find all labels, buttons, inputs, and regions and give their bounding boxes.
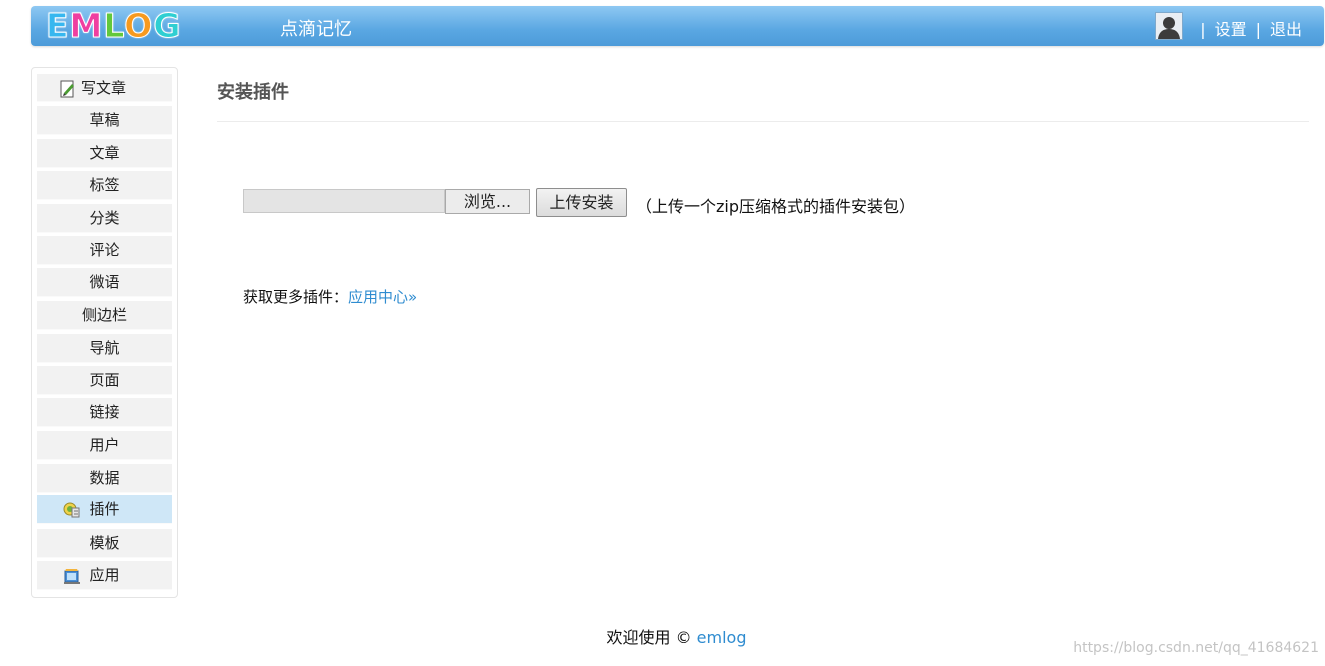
sidebar-item-categories[interactable]: 分类 <box>37 204 172 233</box>
sidebar-item-label: 写文章 <box>81 79 127 97</box>
sidebar-item-microposts[interactable]: 微语 <box>37 268 172 297</box>
app-center-link[interactable]: 应用中心» <box>348 288 417 306</box>
header-separator: | <box>1200 20 1206 39</box>
sidebar-item-label: 应用 <box>89 566 120 584</box>
site-name[interactable]: 点滴记忆 <box>280 15 352 41</box>
sidebar-item-label: 微语 <box>89 273 120 291</box>
sidebar-item-articles[interactable]: 文章 <box>37 139 172 168</box>
sidebar-item-label: 标签 <box>89 176 120 194</box>
settings-link[interactable]: 设置 <box>1215 20 1247 39</box>
plugin-icon <box>63 500 81 518</box>
logo-letter-e: E <box>46 6 70 45</box>
logout-link[interactable]: 退出 <box>1270 20 1302 39</box>
sidebar-item-comments[interactable]: 评论 <box>37 236 172 265</box>
sidebar-item-pages[interactable]: 页面 <box>37 366 172 395</box>
admin-sidebar: 写文章 草稿 文章 标签 分类 评论 微语 侧边栏 导航 页面 链接 用户 数据… <box>31 67 178 598</box>
sidebar-item-data[interactable]: 数据 <box>37 464 172 493</box>
sidebar-item-write-post[interactable]: 写文章 <box>37 74 172 102</box>
sidebar-item-label: 草稿 <box>89 111 120 129</box>
user-avatar-icon[interactable] <box>1155 12 1183 40</box>
header-links: | 设置 | 退出 <box>1191 16 1302 40</box>
sidebar-item-label: 文章 <box>89 144 120 162</box>
title-divider <box>217 121 1309 122</box>
sidebar-item-label: 分类 <box>89 209 120 227</box>
sidebar-item-label: 导航 <box>89 339 120 357</box>
sidebar-item-drafts[interactable]: 草稿 <box>37 106 172 135</box>
more-plugins-line: 获取更多插件：应用中心» <box>243 286 417 307</box>
footer-text: 欢迎使用 © <box>606 628 697 647</box>
sidebar-item-tags[interactable]: 标签 <box>37 171 172 200</box>
page-title: 安装插件 <box>217 82 289 103</box>
sidebar-item-label: 插件 <box>89 500 120 518</box>
edit-icon <box>59 79 77 98</box>
app-store-icon <box>63 566 81 584</box>
logo-letter-l: L <box>103 6 125 45</box>
sidebar-item-navigation[interactable]: 导航 <box>37 334 172 363</box>
watermark-text: https://blog.csdn.net/qq_41684621 <box>1073 640 1319 656</box>
sidebar-item-label: 数据 <box>89 469 120 487</box>
sidebar-item-label: 模板 <box>89 534 120 552</box>
upload-install-button[interactable]: 上传安装 <box>536 188 627 217</box>
logo-letter-o: O <box>124 6 154 45</box>
sidebar-item-label: 链接 <box>89 403 120 421</box>
sidebar-item-label: 用户 <box>89 436 120 454</box>
sidebar-item-users[interactable]: 用户 <box>37 431 172 460</box>
browse-button[interactable]: 浏览... <box>445 189 530 214</box>
sidebar-item-widgets[interactable]: 侧边栏 <box>37 301 172 330</box>
sidebar-item-label: 评论 <box>89 241 120 259</box>
sidebar-item-templates[interactable]: 模板 <box>37 529 172 558</box>
more-plugins-label: 获取更多插件： <box>243 288 349 306</box>
top-header-bar: EMLOG 点滴记忆 | 设置 | 退出 <box>31 6 1324 46</box>
sidebar-item-label: 页面 <box>89 371 120 389</box>
emlog-logo[interactable]: EMLOG <box>46 6 182 45</box>
sidebar-item-plugins[interactable]: 插件 <box>37 495 172 524</box>
sidebar-item-apps[interactable]: 应用 <box>37 561 172 590</box>
logo-letter-m: M <box>69 6 104 45</box>
sidebar-item-links[interactable]: 链接 <box>37 398 172 427</box>
sidebar-item-label: 侧边栏 <box>81 306 127 324</box>
upload-hint: （上传一个zip压缩格式的插件安装包） <box>636 197 916 216</box>
plugin-file-input[interactable] <box>243 189 445 213</box>
emlog-link[interactable]: emlog <box>697 628 747 647</box>
header-separator: | <box>1255 20 1261 39</box>
logo-letter-g: G <box>153 6 182 45</box>
